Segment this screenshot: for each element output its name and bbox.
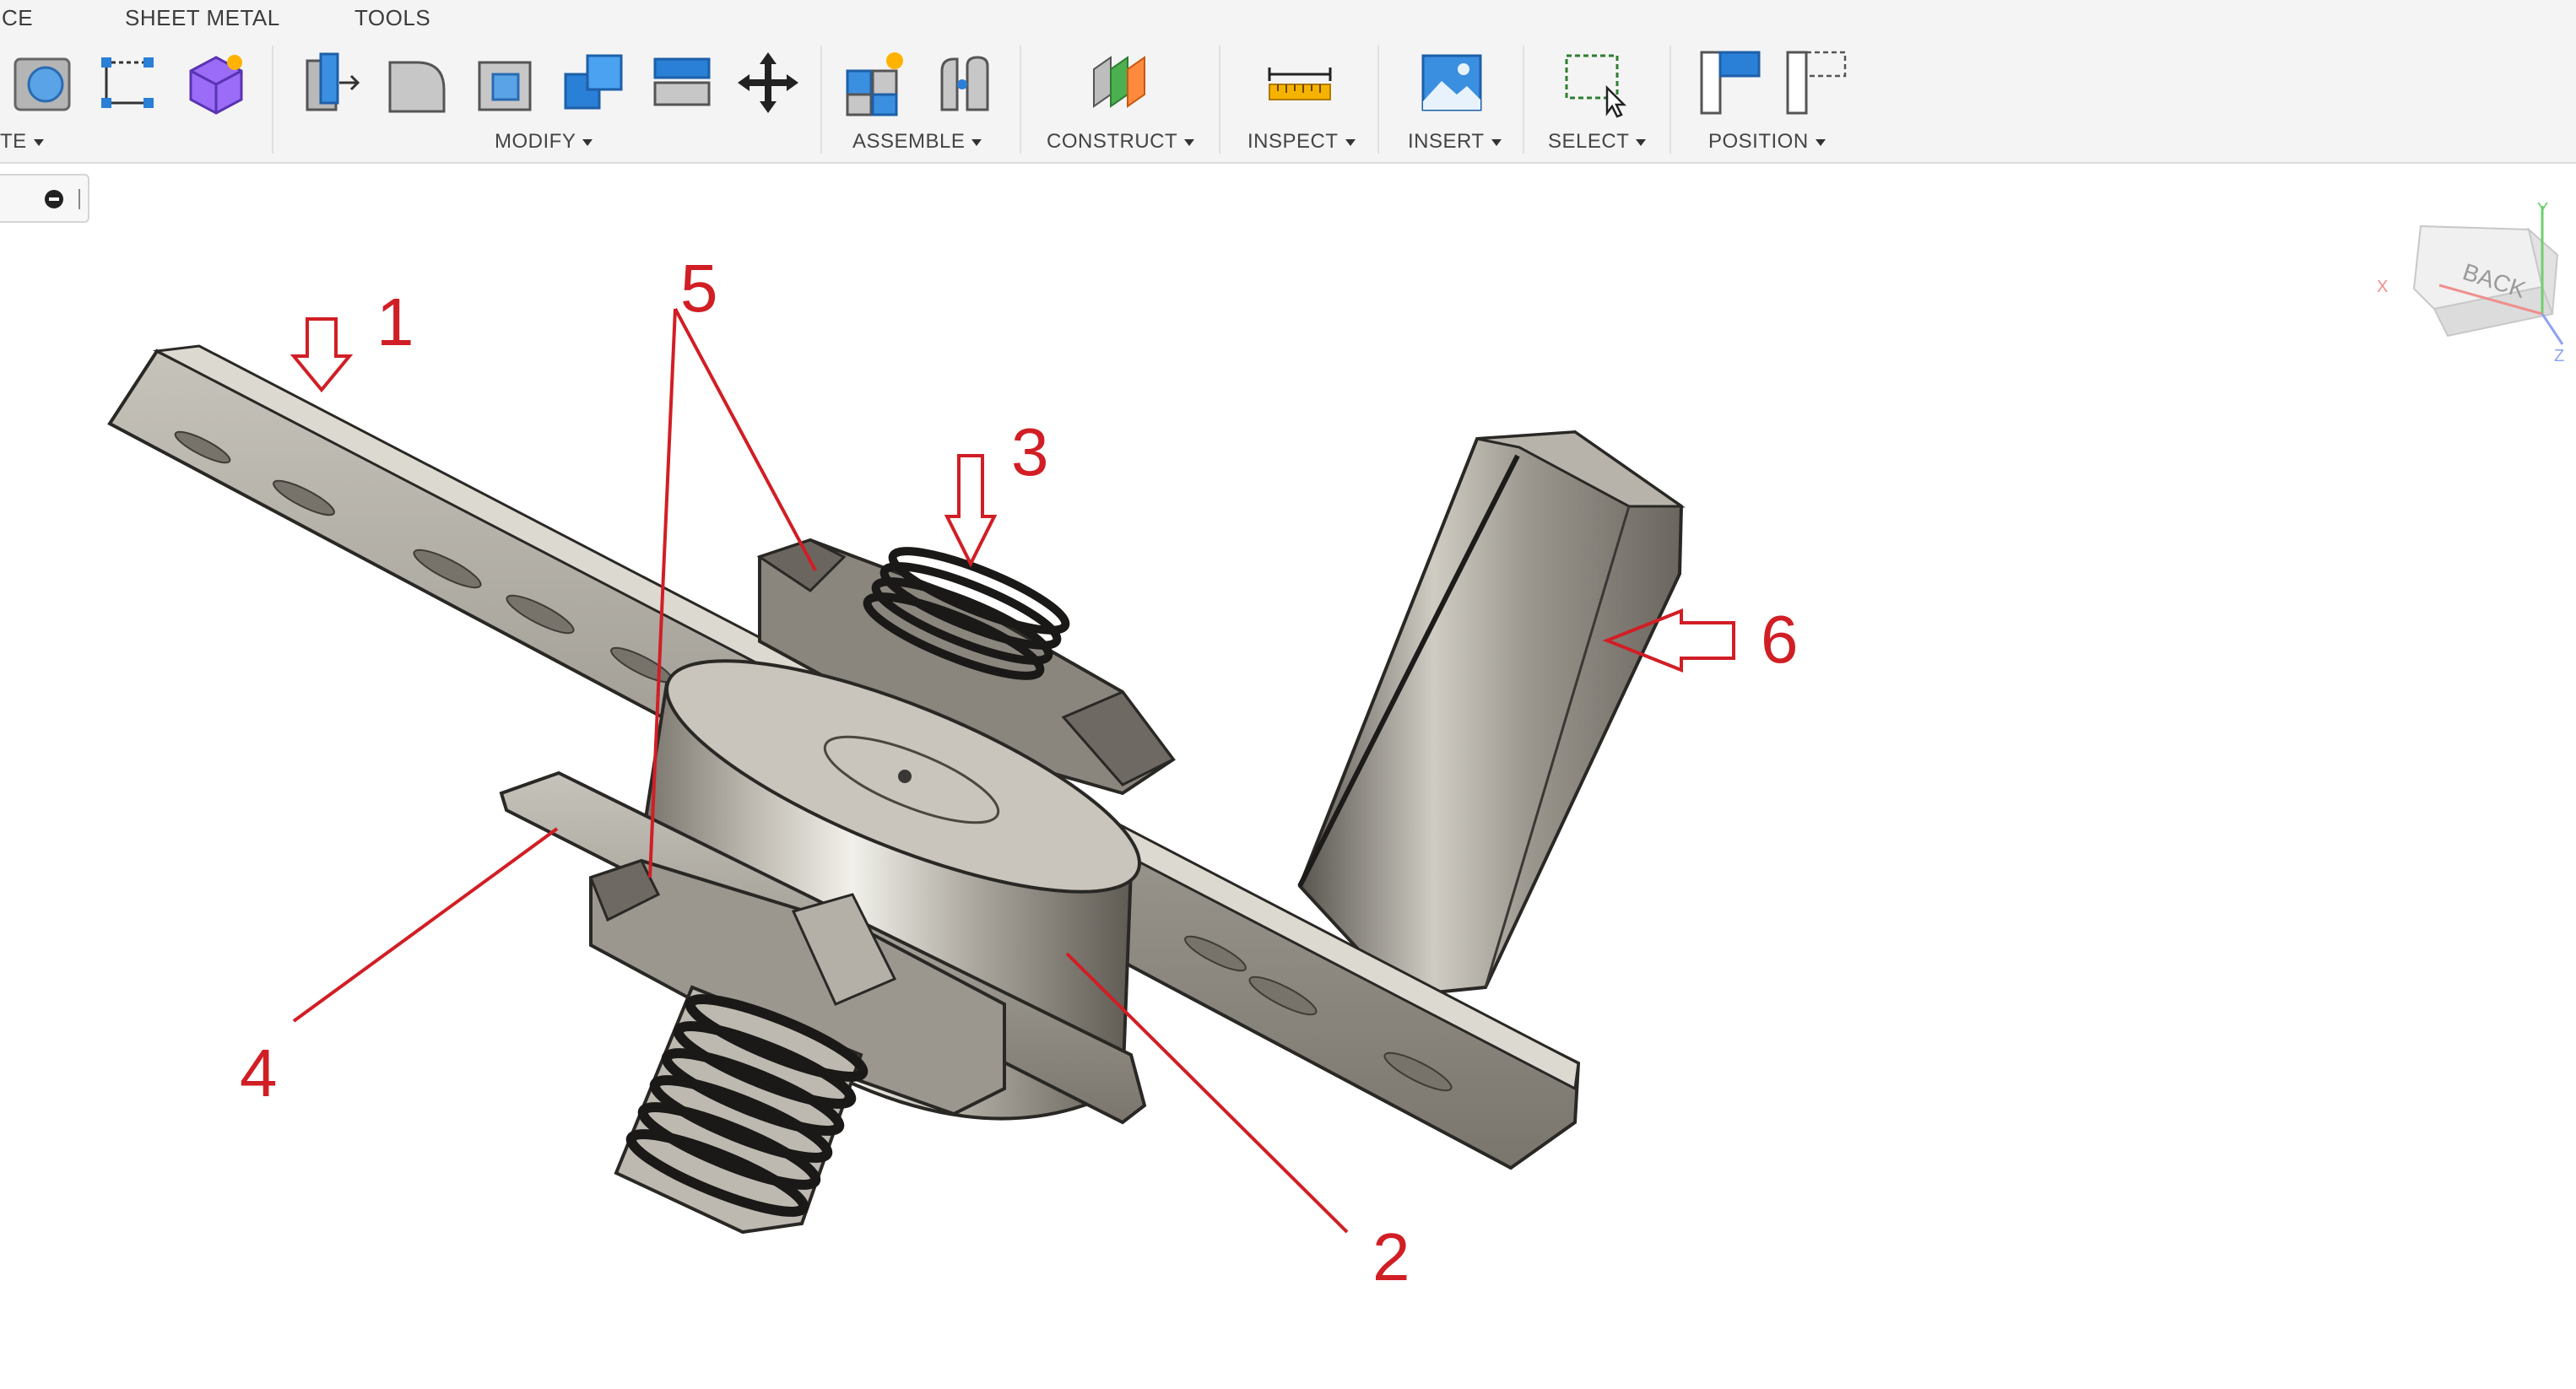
shell-tool-icon[interactable] (469, 46, 544, 120)
tab-tools[interactable]: TOOLS (354, 5, 430, 31)
press-pull-tool-icon[interactable] (292, 46, 366, 120)
group-construct-label[interactable]: CONSTRUCT (1047, 130, 1195, 154)
new-component-tool-icon[interactable] (839, 46, 913, 120)
assemble-caret-icon (971, 138, 982, 146)
move-copy-tool-icon[interactable] (731, 46, 805, 120)
inspect-caret-icon (1345, 138, 1356, 146)
group-separator (1020, 46, 1021, 154)
window-select-tool-icon[interactable] (1558, 46, 1632, 120)
part-6-housing (1297, 430, 1686, 998)
callout-label-6: 6 (1761, 602, 1799, 677)
group-separator (820, 46, 822, 154)
group-inspect-label[interactable]: INSPECT (1247, 130, 1356, 154)
callout-label-1: 1 (376, 284, 414, 359)
measure-tool-icon[interactable] (1263, 46, 1337, 120)
group-assemble-label[interactable]: ASSEMBLE (852, 130, 982, 154)
group-separator (272, 46, 273, 154)
tab-sheet-metal[interactable]: SHEET METAL (125, 5, 280, 31)
group-separator (1377, 46, 1379, 154)
callout-label-5: 5 (680, 251, 718, 326)
select-caret-icon (1636, 138, 1647, 146)
group-separator (1670, 46, 1671, 154)
callout-4-leader (292, 827, 559, 1023)
group-position-label[interactable]: POSITION (1708, 130, 1826, 154)
construct-caret-icon (1184, 138, 1195, 146)
capture-position-tool-icon[interactable] (1693, 46, 1767, 120)
modify-caret-icon (582, 138, 593, 146)
callout-5-leader-1 (674, 308, 817, 571)
group-separator (1523, 46, 1524, 154)
callout-label-3: 3 (1011, 414, 1049, 489)
group-select-label[interactable]: SELECT (1548, 130, 1647, 154)
sketch-pattern-tool-icon[interactable] (91, 46, 165, 120)
insert-image-tool-icon[interactable] (1415, 46, 1489, 120)
group-insert-label[interactable]: INSERT (1408, 130, 1502, 154)
fillet-tool-icon[interactable] (380, 46, 454, 120)
position-caret-icon (1815, 138, 1826, 146)
joint-tool-icon[interactable] (925, 46, 999, 120)
callout-3-arrow-icon (944, 454, 998, 568)
group-modify-label[interactable]: MODIFY (495, 130, 593, 154)
callout-label-2: 2 (1372, 1219, 1410, 1294)
create-caret-icon (33, 138, 44, 146)
toolbar-ribbon: CE SHEET METAL TOOLS TE MODIFY ASSEMBLE … (0, 0, 2576, 164)
combine-tool-icon[interactable] (557, 46, 631, 120)
tab-create[interactable]: CE (2, 5, 33, 31)
offset-plane-tool-icon[interactable] (1082, 46, 1156, 120)
callout-1-arrow-icon (290, 317, 354, 393)
create-form-tool-icon[interactable] (179, 46, 253, 120)
offset-face-tool-icon[interactable] (645, 46, 719, 120)
group-create-label[interactable]: TE (0, 130, 44, 154)
group-separator (1219, 46, 1220, 154)
revert-position-tool-icon[interactable] (1779, 46, 1854, 120)
revolve-tool-icon[interactable] (7, 46, 81, 120)
insert-caret-icon (1491, 138, 1502, 146)
fusion-window: CE SHEET METAL TOOLS TE MODIFY ASSEMBLE … (0, 0, 2576, 1389)
callout-label-4: 4 (240, 1035, 278, 1111)
